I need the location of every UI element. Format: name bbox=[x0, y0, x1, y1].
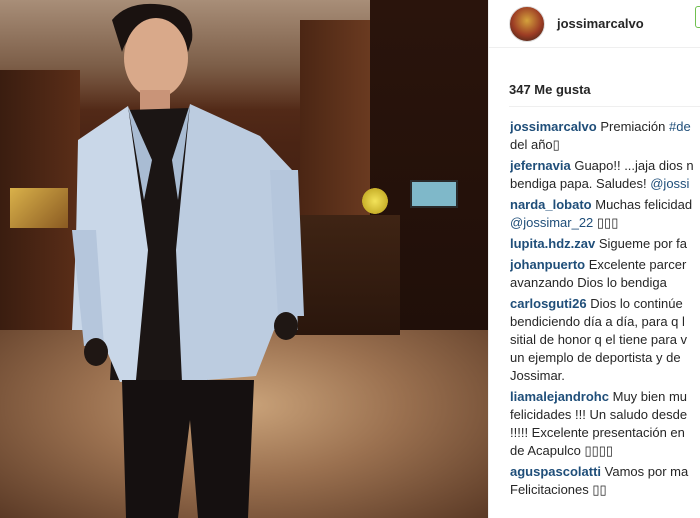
comment-text: Sigueme por fa bbox=[598, 236, 688, 251]
comment-text: !!!!! Excelente presentación en bbox=[510, 425, 685, 440]
comment-line: aguspascolatti Vamos por ma bbox=[510, 463, 700, 481]
comment-line: lupita.hdz.zav Sigueme por fa bbox=[510, 235, 700, 253]
comment-username[interactable]: johanpuerto bbox=[510, 257, 585, 272]
comment-line: bendiciendo día a día, para q l bbox=[510, 313, 700, 331]
comment-username[interactable]: aguspascolatti bbox=[510, 464, 601, 479]
comment-item: lupita.hdz.zav Sigueme por fa bbox=[510, 235, 700, 253]
user-avatar[interactable] bbox=[509, 5, 545, 42]
comment-text: avanzando Dios lo bendiga bbox=[510, 275, 667, 290]
comment-line: del año▯ bbox=[510, 136, 700, 154]
comment-line: Jossimar. bbox=[510, 367, 700, 385]
follow-button[interactable] bbox=[695, 6, 700, 28]
photo-person bbox=[72, 3, 304, 518]
comment-text: sitial de honor q el tiene para v bbox=[510, 332, 688, 347]
comment-item: liamalejandrohc Muy bien mu felicidades !… bbox=[510, 388, 700, 460]
likes-divider bbox=[509, 106, 700, 107]
comment-text: Premiación bbox=[600, 119, 669, 134]
comment-username[interactable]: liamalejandrohc bbox=[510, 389, 609, 404]
comment-username[interactable]: lupita.hdz.zav bbox=[510, 236, 595, 251]
comment-text: felicidades !!! Un saludo desde bbox=[510, 407, 688, 422]
post-details-panel: jossimarcalvo 347 Me gusta jossimarcalvo… bbox=[488, 0, 700, 518]
comment-line: jossimarcalvo Premiación #de bbox=[510, 118, 700, 136]
comments-list: jossimarcalvo Premiación #de del año▯ jefe… bbox=[510, 118, 700, 502]
comment-text: Jossimar. bbox=[510, 368, 565, 383]
comment-line: narda_lobato Muchas felicidad bbox=[510, 196, 700, 214]
comment-username[interactable]: carlosguti26 bbox=[510, 296, 587, 311]
comment-text: un ejemplo de deportista y de bbox=[510, 350, 681, 365]
comment-line: bendiga papa. Saludes! @jossi bbox=[510, 175, 700, 193]
comment-line: carlosguti26 Dios lo continúe bbox=[510, 295, 700, 313]
comment-text: Vamos por ma bbox=[604, 464, 689, 479]
comment-text: Dios lo continúe bbox=[590, 296, 683, 311]
comment-text: Excelente parcer bbox=[588, 257, 687, 272]
comment-line: de Acapulco ▯▯▯▯ bbox=[510, 442, 700, 460]
comment-text: de Acapulco ▯▯▯▯ bbox=[510, 443, 614, 458]
comment-item: johanpuerto Excelente parcer avanzando Di… bbox=[510, 256, 700, 292]
comment-text: Muy bien mu bbox=[612, 389, 688, 404]
post-header: jossimarcalvo bbox=[489, 0, 700, 48]
comment-line: felicidades !!! Un saludo desde bbox=[510, 406, 700, 424]
photo-screen bbox=[410, 180, 458, 208]
hashtag-link[interactable]: #de bbox=[669, 119, 691, 134]
comment-text: Guapo!! ...jaja dios n bbox=[574, 158, 694, 173]
comment-username[interactable]: narda_lobato bbox=[510, 197, 592, 212]
comment-item: carlosguti26 Dios lo continúe bendiciendo… bbox=[510, 295, 700, 385]
post-photo[interactable] bbox=[0, 0, 488, 518]
comment-line: !!!!! Excelente presentación en bbox=[510, 424, 700, 442]
likes-count[interactable]: 347 Me gusta bbox=[509, 82, 591, 97]
comment-username[interactable]: jefernavia bbox=[510, 158, 571, 173]
comment-line: @jossimar_22 ▯▯▯ bbox=[510, 214, 700, 232]
comment-line: Felicitaciones ▯▯ bbox=[510, 481, 700, 499]
mention-link[interactable]: @jossimar_22 bbox=[510, 215, 593, 230]
post-author-username[interactable]: jossimarcalvo bbox=[557, 16, 644, 31]
comment-text: bendiga papa. Saludes! bbox=[510, 176, 651, 191]
comment-line: jefernavia Guapo!! ...jaja dios n bbox=[510, 157, 700, 175]
comment-item: jossimarcalvo Premiación #de del año▯ bbox=[510, 118, 700, 154]
comment-line: avanzando Dios lo bendiga bbox=[510, 274, 700, 292]
comment-text: bendiciendo día a día, para q l bbox=[510, 314, 685, 329]
comment-line: un ejemplo de deportista y de bbox=[510, 349, 700, 367]
comment-text: Felicitaciones ▯▯ bbox=[510, 482, 607, 497]
comment-line: sitial de honor q el tiene para v bbox=[510, 331, 700, 349]
comment-line: johanpuerto Excelente parcer bbox=[510, 256, 700, 274]
comment-item: aguspascolatti Vamos por ma Felicitacione… bbox=[510, 463, 700, 499]
photo-poster bbox=[10, 188, 68, 228]
comment-text: del año▯ bbox=[510, 137, 560, 152]
comment-username[interactable]: jossimarcalvo bbox=[510, 119, 597, 134]
comment-item: narda_lobato Muchas felicidad @jossimar_2… bbox=[510, 196, 700, 232]
comment-item: jefernavia Guapo!! ...jaja dios n bendiga… bbox=[510, 157, 700, 193]
instagram-post-view: jossimarcalvo 347 Me gusta jossimarcalvo… bbox=[0, 0, 700, 518]
comment-text: Muchas felicidad bbox=[595, 197, 693, 212]
photo-flowers bbox=[362, 188, 388, 214]
mention-link[interactable]: @jossi bbox=[650, 176, 689, 191]
comment-line: liamalejandrohc Muy bien mu bbox=[510, 388, 700, 406]
comment-text: ▯▯▯ bbox=[593, 215, 619, 230]
